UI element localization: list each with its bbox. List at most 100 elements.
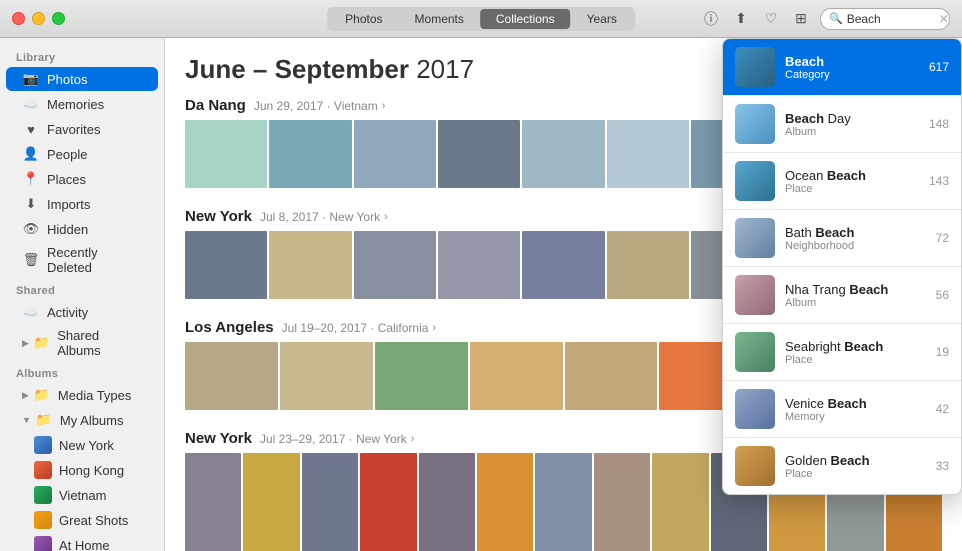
search-box[interactable]: 🔍 ✕ — [820, 8, 950, 30]
photo-cell[interactable] — [185, 453, 241, 551]
tab-years[interactable]: Years — [571, 9, 633, 29]
photo-cell[interactable] — [470, 342, 563, 410]
group-arrow-danang[interactable]: › — [382, 100, 386, 112]
sidebar-media-types-label: Media Types — [58, 388, 131, 403]
tab-collections[interactable]: Collections — [480, 9, 571, 29]
photo-cell[interactable] — [269, 231, 351, 299]
photo-cell[interactable] — [243, 453, 299, 551]
photo-cell[interactable] — [269, 120, 351, 188]
dd-sub-bath: Neighborhood — [785, 240, 930, 252]
dropdown-item-ocean-beach[interactable]: Ocean Beach Place 143 — [723, 153, 961, 209]
group-city-la: Los Angeles — [185, 319, 274, 336]
album-ny-label: New York — [59, 438, 114, 453]
slideshow-icon[interactable]: ⊞ — [790, 8, 812, 30]
photo-cell[interactable] — [354, 231, 436, 299]
photos-icon: 📷 — [22, 70, 40, 88]
chevron-icon-mt: ▶ — [22, 390, 29, 401]
dropdown-item-beach-category[interactable]: Beach Category 617 — [723, 39, 961, 95]
dd-count-beachday: 148 — [929, 117, 949, 131]
sidebar-item-activity[interactable]: ☁️ Activity — [6, 300, 158, 324]
dropdown-item-seabright[interactable]: Seabright Beach Place 19 — [723, 324, 961, 380]
activity-icon: ☁️ — [22, 303, 40, 321]
sidebar-item-my-albums[interactable]: ▼ 📁 My Albums — [6, 408, 158, 432]
photo-cell[interactable] — [360, 453, 416, 551]
sidebar-item-places-label: Places — [47, 172, 86, 187]
close-button[interactable] — [12, 12, 25, 25]
sidebar-item-recently-deleted[interactable]: 🗑 Recently Deleted — [6, 242, 158, 278]
sidebar: Library 📷 Photos ☁️ Memories ♥ Favorites… — [0, 38, 165, 551]
photo-cell[interactable] — [419, 453, 475, 551]
dd-sub-ocean: Place — [785, 183, 923, 195]
dd-text-golden: Golden Beach Place — [785, 453, 930, 480]
sidebar-item-memories[interactable]: ☁️ Memories — [6, 92, 158, 116]
sidebar-item-hidden-label: Hidden — [47, 222, 88, 237]
sidebar-item-favorites[interactable]: ♥ Favorites — [6, 117, 158, 141]
search-clear-icon[interactable]: ✕ — [939, 12, 949, 26]
dd-sub-venice: Memory — [785, 411, 930, 423]
dd-sub-beach: Category — [785, 69, 923, 81]
sidebar-album-hong-kong[interactable]: Hong Kong — [6, 458, 158, 482]
minimize-button[interactable] — [32, 12, 45, 25]
photo-cell[interactable] — [375, 342, 468, 410]
sidebar-item-shared-albums[interactable]: ▶ 📁 Shared Albums — [6, 325, 158, 361]
photo-cell[interactable] — [535, 453, 591, 551]
dd-thumb-golden — [735, 446, 775, 486]
tab-moments[interactable]: Moments — [399, 9, 480, 29]
dd-name-nha: Nha Trang Beach — [785, 282, 930, 297]
title-bar-actions: ⓘ ⬆ ♡ ⊞ 🔍 ✕ — [700, 8, 950, 30]
sidebar-item-people[interactable]: 👤 People — [6, 142, 158, 166]
dd-text-seabright: Seabright Beach Place — [785, 339, 930, 366]
photo-cell[interactable] — [652, 453, 708, 551]
sidebar-item-media-types[interactable]: ▶ 📁 Media Types — [6, 383, 158, 407]
dropdown-item-bath-beach[interactable]: Bath Beach Neighborhood 72 — [723, 210, 961, 266]
photo-cell[interactable] — [477, 453, 533, 551]
photo-cell[interactable] — [302, 453, 358, 551]
info-icon[interactable]: ⓘ — [700, 8, 722, 30]
title-main: June – September — [185, 54, 409, 84]
photo-cell[interactable] — [522, 231, 604, 299]
photo-cell[interactable] — [185, 231, 267, 299]
photo-cell[interactable] — [594, 453, 650, 551]
tab-photos[interactable]: Photos — [329, 9, 398, 29]
sidebar-item-hidden[interactable]: 👁 Hidden — [6, 217, 158, 241]
photo-cell[interactable] — [354, 120, 436, 188]
dd-text-venice: Venice Beach Memory — [785, 396, 930, 423]
dropdown-item-golden[interactable]: Golden Beach Place 33 — [723, 438, 961, 494]
photo-cell[interactable] — [185, 342, 278, 410]
sidebar-item-photos[interactable]: 📷 Photos — [6, 67, 158, 91]
group-arrow-ny2[interactable]: › — [411, 433, 415, 445]
search-input[interactable] — [847, 12, 937, 26]
dropdown-item-nha-trang[interactable]: Nha Trang Beach Album 56 — [723, 267, 961, 323]
dd-sub-beachday: Album — [785, 126, 923, 138]
maximize-button[interactable] — [52, 12, 65, 25]
memories-icon: ☁️ — [22, 95, 40, 113]
dd-text-beach: Beach Category — [785, 54, 923, 81]
photo-cell[interactable] — [607, 231, 689, 299]
sidebar-album-vietnam[interactable]: Vietnam — [6, 483, 158, 507]
photo-cell[interactable] — [565, 342, 658, 410]
sidebar-album-great-shots[interactable]: Great Shots — [6, 508, 158, 532]
photo-cell[interactable] — [607, 120, 689, 188]
photo-cell[interactable] — [185, 120, 267, 188]
heart-icon[interactable]: ♡ — [760, 8, 782, 30]
sidebar-item-photos-label: Photos — [47, 72, 87, 87]
library-label: Library — [0, 46, 164, 66]
sidebar-item-places[interactable]: 📍 Places — [6, 167, 158, 191]
group-city-ny2: New York — [185, 430, 252, 447]
sidebar-album-new-york[interactable]: New York — [6, 433, 158, 457]
sidebar-item-imports[interactable]: ⬇ Imports — [6, 192, 158, 216]
group-arrow-la[interactable]: › — [432, 322, 436, 334]
dropdown-item-beach-day[interactable]: Beach Day Album 148 — [723, 96, 961, 152]
sidebar-my-albums-label: My Albums — [60, 413, 124, 428]
sidebar-album-at-home[interactable]: At Home — [6, 533, 158, 551]
nav-tabs: Photos Moments Collections Years — [327, 7, 635, 31]
photo-cell[interactable] — [438, 231, 520, 299]
photo-cell[interactable] — [522, 120, 604, 188]
sidebar-item-recently-deleted-label: Recently Deleted — [47, 245, 142, 275]
dropdown-item-venice[interactable]: Venice Beach Memory 42 — [723, 381, 961, 437]
photo-cell[interactable] — [438, 120, 520, 188]
photo-cell[interactable] — [280, 342, 373, 410]
my-albums-icon: 📁 — [35, 411, 53, 429]
share-icon[interactable]: ⬆ — [730, 8, 752, 30]
group-arrow-ny1[interactable]: › — [384, 211, 388, 223]
